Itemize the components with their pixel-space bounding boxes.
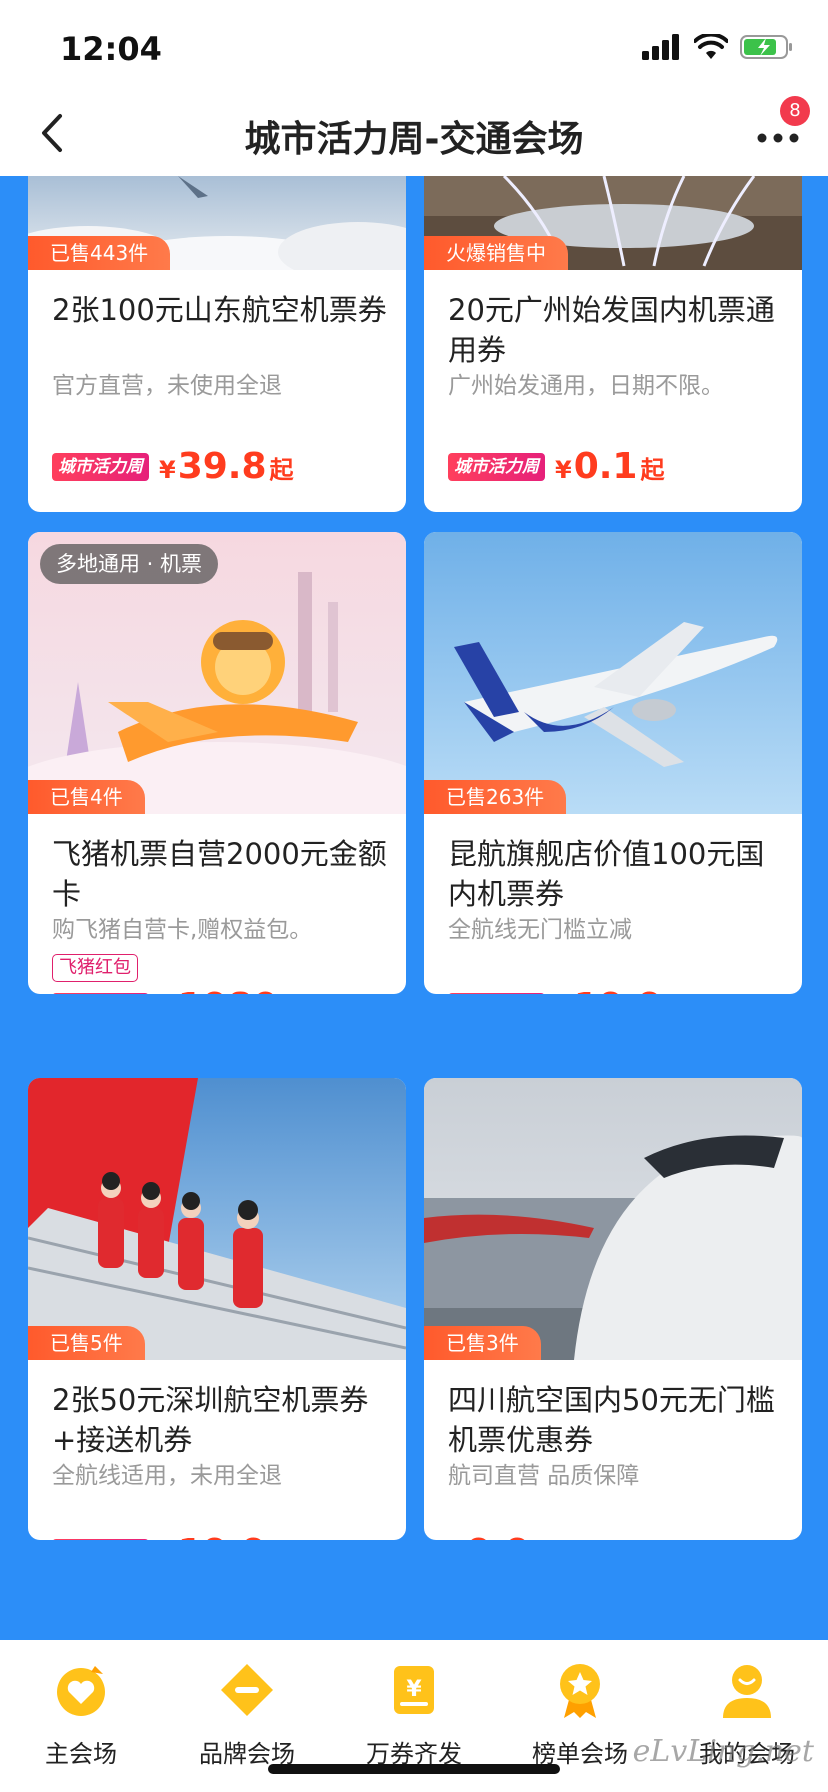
product-subtitle: 全航线无门槛立减	[448, 917, 632, 943]
product-title: 2张100元山东航空机票券	[52, 293, 387, 327]
svg-text:¥: ¥	[406, 1677, 422, 1702]
price-row: 城市活力周 ¥ 1980 起	[52, 986, 305, 994]
heart-icon	[57, 1666, 105, 1716]
user-icon	[723, 1665, 771, 1718]
tab-main-venue[interactable]: 主会场	[16, 1660, 146, 1769]
price-row: 城市活力周 ¥ 0.1 起	[448, 446, 664, 487]
product-card[interactable]: 火爆销售中 20元广州始发国内机票通用券 广州始发通用，日期不限。 城市活力周 …	[424, 176, 802, 512]
product-image: 多地通用 · 机票 已售4件	[28, 532, 406, 814]
tab-ranking[interactable]: 榜单会场	[515, 1660, 645, 1769]
tab-coupons[interactable]: ¥ 万券齐发	[349, 1660, 479, 1769]
price-row: ¥ 9.9 起	[448, 1532, 557, 1540]
status-icons	[642, 34, 794, 60]
product-price: 9.9	[467, 1532, 531, 1540]
sold-count-tag: 已售4件	[28, 780, 145, 814]
product-image: 已售263件	[424, 532, 802, 814]
event-logo: 城市活力周	[448, 453, 545, 481]
price-suffix: 起	[666, 990, 690, 994]
product-price: 19.9	[574, 986, 663, 994]
product-image: 已售443件	[28, 176, 406, 270]
signal-icon	[642, 34, 679, 60]
nav-bar: 城市活力周-交通会场	[0, 92, 828, 176]
product-subtitle: 航司直营 品质保障	[448, 1463, 640, 1489]
watermark: eLvLing.net	[632, 1734, 814, 1769]
product-card[interactable]: 多地通用 · 机票 已售4件 飞猪机票自营2000元金额卡 购飞猪自营卡,赠权益…	[28, 532, 406, 994]
home-indicator	[268, 1764, 560, 1774]
currency-symbol: ¥	[159, 456, 176, 484]
status-bar: 12:04	[0, 0, 828, 92]
product-grid: 已售443件 2张100元山东航空机票券 官方直营，未使用全退 城市活力周 ¥ …	[0, 176, 828, 1640]
product-title: 昆航旗舰店价值100元国内机票券	[448, 837, 765, 911]
price-suffix: 起	[640, 456, 665, 484]
status-time: 12:04	[60, 30, 162, 68]
product-price: 19.9	[178, 1532, 267, 1540]
sold-count-tag: 已售443件	[28, 236, 171, 270]
tab-brand-venue[interactable]: 品牌会场	[182, 1660, 312, 1769]
price-suffix: 起	[269, 456, 294, 484]
sold-count-tag: 已售5件	[28, 1326, 145, 1360]
coupon-tag: 飞猪红包	[52, 954, 138, 982]
product-card[interactable]: 已售5件 2张50元深圳航空机票券+接送机券 全航线适用，未用全退 城市活力周 …	[28, 1078, 406, 1540]
product-subtitle: 购飞猪自营卡,赠权益包。	[52, 917, 313, 943]
price-suffix: 起	[270, 1536, 294, 1540]
product-image: 已售5件	[28, 1078, 406, 1360]
battery-icon	[740, 35, 792, 59]
price-suffix: 起	[533, 1536, 557, 1540]
product-subtitle: 广州始发通用，日期不限。	[448, 373, 724, 399]
event-logo: 城市活力周	[52, 1539, 149, 1540]
product-title: 飞猪机票自营2000元金额卡	[52, 837, 387, 911]
product-price: 0.1	[573, 446, 638, 487]
product-card[interactable]: 已售263件 昆航旗舰店价值100元国内机票券 全航线无门槛立减 城市活力周 ¥…	[424, 532, 802, 994]
price-row: 城市活力周 ¥ 19.9 起	[448, 986, 690, 994]
diamond-icon	[221, 1664, 273, 1716]
product-subtitle: 官方直营，未使用全退	[52, 373, 282, 399]
price-row: 城市活力周 ¥ 19.9 起	[52, 1532, 294, 1540]
price-suffix: 起	[281, 990, 305, 994]
medal-icon	[560, 1664, 600, 1718]
event-logo: 城市活力周	[448, 993, 545, 994]
currency-symbol: ¥	[555, 456, 572, 484]
product-card[interactable]: 已售3件 四川航空国内50元无门槛机票优惠券 航司直营 品质保障 ¥ 9.9 起	[424, 1078, 802, 1540]
location-tag: 多地通用 · 机票	[40, 544, 219, 584]
product-price: 39.8	[177, 446, 267, 487]
sold-count-tag: 火爆销售中	[424, 236, 568, 270]
event-logo: 城市活力周	[52, 453, 149, 481]
product-title: 2张50元深圳航空机票券+接送机券	[52, 1383, 369, 1457]
product-price: 1980	[178, 986, 278, 994]
sold-count-tag: 已售3件	[424, 1326, 541, 1360]
coupon-icon: ¥	[394, 1666, 434, 1714]
price-row: 城市活力周 ¥ 39.8 起	[52, 446, 294, 487]
product-image: 火爆销售中	[424, 176, 802, 270]
tab-label: 主会场	[45, 1740, 117, 1768]
sold-count-tag: 已售263件	[424, 780, 567, 814]
product-title: 四川航空国内50元无门槛机票优惠券	[448, 1383, 775, 1457]
wifi-icon	[694, 34, 728, 59]
notification-badge: 8	[780, 96, 810, 126]
product-title: 20元广州始发国内机票通用券	[448, 293, 775, 367]
event-logo: 城市活力周	[52, 993, 149, 994]
product-card[interactable]: 已售443件 2张100元山东航空机票券 官方直营，未使用全退 城市活力周 ¥ …	[28, 176, 406, 512]
page-title: 城市活力周-交通会场	[244, 119, 584, 160]
product-subtitle: 全航线适用，未用全退	[52, 1463, 282, 1489]
product-image: 已售3件	[424, 1078, 802, 1360]
